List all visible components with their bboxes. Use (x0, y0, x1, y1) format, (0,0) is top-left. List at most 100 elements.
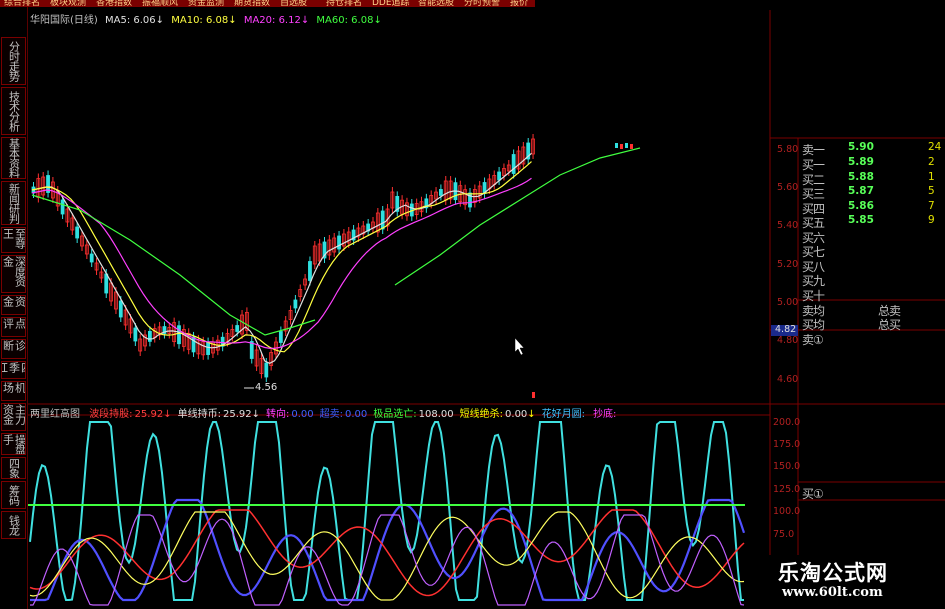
watermark-title: 乐淘公式网 (778, 561, 888, 585)
candle-body (133, 327, 138, 342)
mouse-cursor-icon (514, 337, 525, 356)
price-tick: 5.40 (777, 220, 799, 231)
ma60-arrow-icon: ↓ (373, 15, 382, 26)
candle-body (177, 325, 181, 345)
candle-body (206, 342, 211, 355)
indicator-title: 两里红高图 (30, 409, 80, 420)
total-buy-label: 总买 (878, 318, 901, 332)
ma20-label: MA20: 6.12 (243, 15, 301, 26)
main-legend: 华阳国际(日线) MA5: 6.06↓ MA10: 6.08↓ MA20: 6.… (30, 11, 382, 26)
candle-body (75, 226, 80, 239)
indicator-tick: 75.0 (773, 529, 795, 540)
buy-level-row[interactable]: 买三 5.87 5 (798, 185, 945, 201)
indicator-lines (29, 421, 746, 606)
candle-body (147, 330, 152, 342)
down-arrow-icon: ↓ (527, 409, 536, 420)
candle-body (630, 144, 633, 149)
price-tick: 5.00 (777, 297, 799, 308)
quote-vol: 1 (928, 170, 935, 183)
candle-body (264, 362, 269, 378)
indicator-legend: 两里红高图 波段持股: 25.92↓ 单线持币: 25.92↓ 转向: 0.00 超卖: 0.… (30, 405, 618, 420)
quote-prc: 5.88 (848, 170, 874, 183)
candle-body (497, 171, 502, 181)
buy-level-row[interactable]: 买一 5.89 2 (798, 156, 945, 172)
indicator-legend-label: 单线持币: (177, 409, 221, 420)
quote-prc: 5.87 (848, 185, 874, 197)
buy-level-row[interactable]: 买四 5.86 7 (798, 199, 945, 216)
down-arrow-icon: ↓ (163, 409, 172, 420)
quote-vol: 24 (928, 141, 942, 153)
price-tick: 4.60 (777, 374, 799, 385)
price-tick: 5.60 (777, 182, 799, 193)
indicator-legend-value: 0.00 (505, 409, 528, 420)
down-arrow-icon: ↓ (251, 409, 260, 420)
buy-level-row[interactable]: 买二 5.88 1 (798, 170, 945, 187)
buy-level-row[interactable]: 买八 (798, 258, 945, 274)
site-watermark: 乐淘公式网 www.60lt.com (758, 555, 945, 609)
indicator-legend-label: 超卖: (319, 409, 344, 420)
ma5-arrow-icon: ↓ (155, 15, 165, 26)
buy-level-row[interactable]: 买五 5.85 9 (798, 214, 945, 230)
indicator-legend-value: 0.00 (345, 409, 368, 420)
indicator-legend-value: 108.00 (418, 409, 454, 420)
quote-prc: 5.86 (848, 199, 874, 212)
indicator-legend-label: 花好月圆: (541, 409, 586, 420)
quote-prc: 5.90 (848, 141, 874, 153)
ma5-label: MA5: 6.06 (105, 15, 156, 26)
ma10-label: MA10: 6.08 (171, 15, 229, 26)
candle-body (104, 273, 109, 294)
price-tick: 4.80 (777, 335, 799, 346)
buy-level-row[interactable]: 买九 (798, 272, 945, 288)
price-tick: 5.20 (777, 259, 799, 270)
candle-body (278, 331, 283, 343)
ma60-label: MA60: 6.08 (316, 15, 374, 26)
cyan-indicator-line (29, 421, 744, 601)
quote-prc: 5.89 (848, 156, 874, 168)
buy-level-row[interactable]: 买十 (798, 287, 945, 303)
indicator-tick: 100.0 (773, 506, 801, 517)
candle-body (337, 235, 341, 250)
indicator-legend-value: 0.00 (291, 409, 314, 420)
ma20-line (31, 177, 532, 349)
indicator-legend-label: 转向: (266, 409, 290, 420)
moving-average-lines (31, 147, 641, 364)
current-price-tag: 4.82 (775, 324, 797, 335)
quote-prc: 5.85 (848, 214, 874, 226)
quote-vol: 2 (928, 156, 935, 168)
candle-body (438, 189, 443, 196)
candle-body (308, 261, 312, 281)
buy-level-row[interactable]: 买六 (798, 229, 945, 245)
ma20-arrow-icon: ↓ (300, 15, 310, 26)
quote-vol: 7 (928, 199, 935, 212)
indicator-tick: 175.0 (773, 439, 801, 450)
candle-body (191, 336, 196, 353)
candle-body (235, 325, 240, 332)
candle-body (625, 143, 628, 148)
candle-body (380, 210, 385, 230)
sell-circle-label: 卖① (802, 333, 824, 347)
ma60-line (394, 147, 641, 286)
candle-body (511, 154, 516, 174)
candle-body (293, 299, 298, 309)
indicator-tick: 150.0 (773, 461, 801, 472)
candle-body (620, 144, 623, 149)
indicator-tick: 200.0 (773, 417, 801, 428)
event-marker (532, 392, 535, 398)
indicator-tick: 125.0 (773, 484, 801, 495)
candle-body (60, 199, 65, 215)
indicator-legend-value: 25.92 (134, 409, 164, 420)
ma10-arrow-icon: ↓ (228, 15, 237, 26)
watermark-url: www.60lt.com (782, 585, 883, 600)
ma60-line (31, 194, 316, 336)
low-price-label: 4.56 (255, 382, 278, 393)
quote-lab: 买十 (802, 288, 825, 303)
order-book-panel: 卖一 5.90 24 买一 5.89 2 买二 5.88 1 买三 5.87 5 买四 5.86 7 买五 5.… (798, 138, 945, 501)
indicator-legend-value: 25.92 (222, 409, 252, 420)
buy-level-row[interactable]: 买七 (798, 243, 945, 259)
buy-circle-label: 买① (802, 487, 824, 501)
indicator-legend-label: 极品选亡: (373, 409, 417, 420)
sell-level-row[interactable]: 卖一 5.90 24 (798, 141, 945, 157)
price-tick: 5.80 (777, 144, 799, 155)
main-chart-title: 华阳国际(日线) (30, 15, 98, 26)
quote-vol: 9 (928, 214, 935, 226)
